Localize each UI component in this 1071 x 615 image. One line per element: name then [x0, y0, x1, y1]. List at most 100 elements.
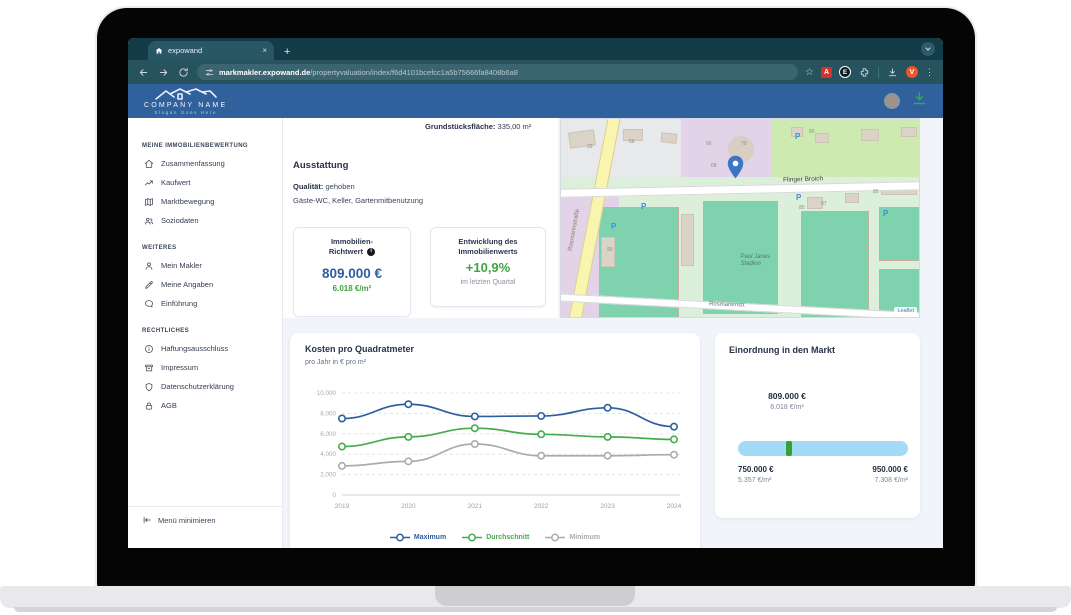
location-map[interactable]: Paul Janes Stadion	[560, 118, 920, 318]
menu-minimize-button[interactable]: Menü minimieren	[128, 506, 282, 525]
sidebar-item-kaufwert[interactable]: Kaufwert	[128, 173, 282, 192]
features-list: Gäste-WC, Keller, Gartenmitbenutzung	[293, 196, 423, 205]
theme-toggle-button[interactable]	[884, 93, 900, 109]
tab-title: expowand	[168, 46, 257, 55]
parking-icon: P	[641, 202, 646, 211]
stadium-label-line1: Paul Janes	[741, 254, 771, 262]
sidebar-item-mein-makler[interactable]: Mein Makler	[128, 256, 282, 275]
map-attribution[interactable]: Leaflet	[894, 307, 917, 315]
info-tooltip-icon[interactable]: i	[367, 248, 375, 256]
market-range-bar	[738, 441, 908, 456]
tab-close-icon[interactable]: ×	[262, 46, 267, 55]
sidebar-item-label: Zusammenfassung	[161, 159, 225, 168]
sidebar-item-agb[interactable]: AGB	[128, 396, 282, 415]
bookmark-star-icon[interactable]: ☆	[805, 67, 814, 78]
new-tab-button[interactable]: +	[284, 46, 290, 60]
map-building	[815, 133, 829, 143]
chart-legend: Maximum Durchschnitt Minimum	[290, 533, 700, 542]
market-position-card: Einordnung in den Markt 809.000 € 6.018 …	[715, 333, 920, 518]
map-sports-pitch	[801, 211, 869, 318]
legend-label: Minimum	[569, 534, 600, 541]
chevron-down-icon	[924, 45, 932, 53]
download-icon	[912, 91, 927, 106]
land-area-label: Grundstücksfläche:	[425, 122, 495, 131]
company-slogan: Slogan Goes Here	[154, 110, 217, 115]
sidebar-item-einfuehrung[interactable]: Einführung	[128, 294, 282, 313]
collapse-left-icon	[142, 515, 152, 525]
house-number: 87	[821, 201, 827, 207]
house-number: 85	[799, 205, 805, 211]
market-title: Einordnung in den Markt	[729, 345, 835, 355]
land-area: Grundstücksfläche: 335,00 m²	[425, 121, 551, 133]
legend-line-circle-icon	[545, 533, 565, 542]
sidebar-section-rechtliches: RECHTLICHES	[142, 328, 282, 334]
market-min-persqm: 5.357 €/m²	[738, 477, 774, 484]
profile-avatar[interactable]: V	[906, 66, 918, 78]
laptop-screen: expowand × + markmakler.expowand.de/prop…	[97, 8, 975, 588]
market-min: 750.000 € 5.357 €/m²	[738, 465, 774, 484]
map-area-purple-top	[681, 119, 771, 177]
app-body: MEINE IMMOBILIENBEWERTUNG Zusammenfassun…	[128, 118, 943, 548]
svg-text:6,000: 6,000	[320, 431, 336, 438]
url-text: markmakler.expowand.de/propertyvaluation…	[219, 68, 518, 77]
reload-button[interactable]	[177, 66, 190, 79]
laptop-notch	[435, 586, 635, 606]
downloads-icon[interactable]	[886, 66, 899, 79]
chart-subtitle: pro Jahr in € pro m²	[305, 359, 366, 366]
lock-icon	[144, 401, 154, 411]
house-number: 39	[587, 144, 593, 150]
sidebar-item-zusammenfassung[interactable]: Zusammenfassung	[128, 154, 282, 173]
browser-tab[interactable]: expowand ×	[148, 41, 274, 60]
svg-text:10,000: 10,000	[317, 390, 337, 397]
richtwert-per-sqm: 6.018 €/m²	[294, 284, 410, 293]
download-report-button[interactable]	[912, 91, 927, 111]
sidebar-item-meine-angaben[interactable]: Meine Angaben	[128, 275, 282, 294]
url-host: markmakler.expowand.de	[219, 68, 310, 77]
sidebar-item-impressum[interactable]: Impressum	[128, 358, 282, 377]
map-icon	[144, 197, 154, 207]
chart-title: Kosten pro Quadratmeter	[305, 344, 414, 354]
richtwert-title-line1: Immobilien-	[331, 237, 373, 246]
svg-text:4,000: 4,000	[320, 451, 336, 458]
trend-up-icon	[144, 178, 154, 188]
map-building	[681, 214, 694, 266]
house-number: 66	[629, 139, 635, 145]
company-logo[interactable]: COMPANY NAME Slogan Goes Here	[144, 88, 227, 115]
header-actions	[884, 91, 927, 111]
sidebar-item-soziodaten[interactable]: Soziodaten	[128, 211, 282, 230]
toolbar-right: ☆ A E V ⋮	[805, 66, 934, 79]
legend-item-durchschnitt[interactable]: Durchschnitt	[462, 533, 529, 542]
map-building	[661, 132, 678, 144]
house-number: 90	[607, 247, 613, 253]
sidebar: MEINE IMMOBILIENBEWERTUNG Zusammenfassun…	[128, 118, 283, 548]
sidebar-item-label: Haftungsausschluss	[161, 344, 228, 353]
sidebar-item-haftungsausschluss[interactable]: Haftungsausschluss	[128, 339, 282, 358]
legend-item-maximum[interactable]: Maximum	[390, 533, 446, 542]
address-bar[interactable]: markmakler.expowand.de/propertyvaluation…	[197, 64, 798, 80]
tab-search-button[interactable]	[921, 42, 935, 56]
map-stadium-pitch: Paul Janes Stadion	[703, 201, 778, 314]
browser-menu-icon[interactable]: ⋮	[925, 67, 934, 78]
market-min-value: 750.000 €	[738, 465, 774, 474]
back-button[interactable]	[137, 66, 150, 79]
market-position-marker	[786, 441, 792, 456]
extensions-puzzle-icon[interactable]	[858, 66, 871, 79]
forward-button[interactable]	[157, 66, 170, 79]
market-max-value: 950.000 €	[872, 465, 908, 474]
legend-item-minimum[interactable]: Minimum	[545, 533, 600, 542]
sidebar-item-label: Impressum	[161, 363, 198, 372]
sidebar-item-marktbewegung[interactable]: Marktbewegung	[128, 192, 282, 211]
market-current-persqm: 6.018 €/m²	[732, 404, 842, 411]
pdf-extension-icon[interactable]: A	[821, 67, 832, 78]
sidebar-item-label: AGB	[161, 401, 177, 410]
main-content: Grundstücksfläche: 335,00 m² Ausstattung…	[283, 118, 943, 548]
entwicklung-caption: im letzten Quartal	[431, 279, 545, 286]
street-label: Rosmarienstr.	[709, 301, 746, 308]
sidebar-item-datenschutz[interactable]: Datenschutzerklärung	[128, 377, 282, 396]
house-number: 66	[706, 141, 712, 147]
browser-window: expowand × + markmakler.expowand.de/prop…	[128, 38, 943, 548]
sidebar-item-label: Einführung	[161, 299, 197, 308]
archive-icon	[144, 363, 154, 373]
extension-e-icon[interactable]: E	[839, 66, 851, 78]
svg-text:8,000: 8,000	[320, 410, 336, 417]
